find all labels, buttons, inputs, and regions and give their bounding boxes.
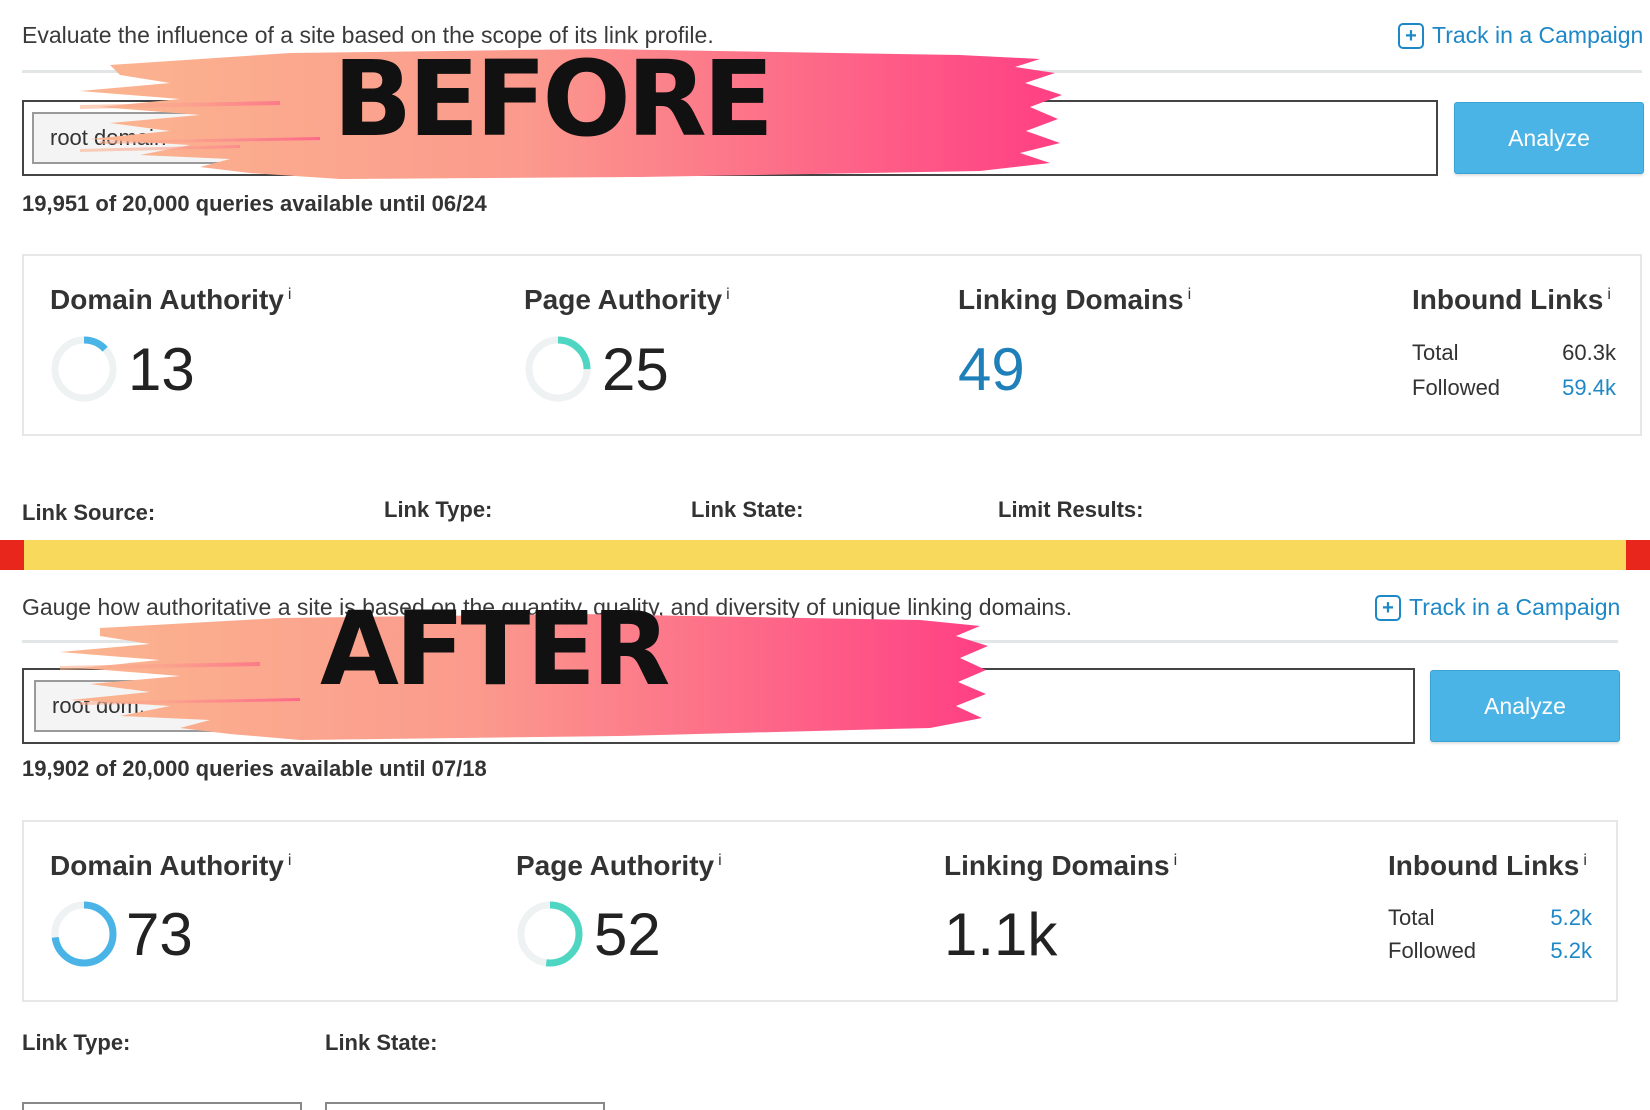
linking-domains-title: Linking Domains i xyxy=(944,850,1178,881)
query-quota: 19,951 of 20,000 queries available until… xyxy=(22,191,487,216)
info-icon[interactable]: i xyxy=(718,852,722,869)
plus-icon: + xyxy=(1398,22,1424,49)
inbound-followed-value[interactable]: 59.4k xyxy=(1530,375,1616,401)
page-authority-gauge xyxy=(525,336,591,402)
plus-icon: + xyxy=(1375,594,1401,621)
filter-limit-results-label: Limit Results: xyxy=(998,497,1144,522)
link-type-select[interactable] xyxy=(22,1102,302,1110)
domain-authority-value: 13 xyxy=(128,336,195,403)
domain-authority-title: Domain Authority i xyxy=(50,284,292,315)
inbound-total-value: 60.3k xyxy=(1562,340,1616,365)
info-icon[interactable]: i xyxy=(726,286,730,303)
track-in-campaign-label: Track in a Campaign xyxy=(1409,594,1621,620)
divider-right-cap xyxy=(1626,540,1650,570)
filter-link-source-label: Link Source: xyxy=(22,500,156,525)
filter-link-type-label: Link Type: xyxy=(384,497,493,522)
page-authority-value: 52 xyxy=(594,901,661,968)
linking-domains-title: Linking Domains i xyxy=(958,284,1192,315)
filter-link-type-label: Link Type: xyxy=(22,1030,131,1055)
linking-domains-value[interactable]: 49 xyxy=(958,340,1025,400)
inbound-total-value[interactable]: 5.2k xyxy=(1512,905,1592,931)
filter-link-state-label: Link State: xyxy=(691,497,804,522)
linking-domains-value: 1.1k xyxy=(944,901,1058,968)
analyze-button[interactable]: Analyze xyxy=(1430,670,1620,742)
inbound-followed-value[interactable]: 5.2k xyxy=(1512,938,1592,964)
filter-link-state-label: Link State: xyxy=(325,1030,438,1055)
comparison-divider xyxy=(0,540,1650,570)
track-in-campaign-link[interactable]: + Track in a Campaign xyxy=(1375,594,1620,621)
domain-authority-gauge xyxy=(51,336,117,402)
page-authority-gauge xyxy=(517,901,583,967)
inbound-total-label: Total xyxy=(1412,340,1459,365)
track-in-campaign-label: Track in a Campaign xyxy=(1432,22,1644,48)
before-panel: Evaluate the influence of a site based o… xyxy=(0,0,1650,538)
divider-left-cap xyxy=(0,540,24,570)
link-state-select[interactable] xyxy=(325,1102,605,1110)
info-icon[interactable]: i xyxy=(288,286,292,303)
metrics-card xyxy=(22,254,1642,436)
inbound-followed-label: Followed xyxy=(1388,938,1477,963)
query-quota: 19,902 of 20,000 queries available until… xyxy=(22,756,487,781)
info-icon[interactable]: i xyxy=(288,852,292,869)
after-banner-text: AFTER xyxy=(320,590,670,709)
page-authority-title: Page Authority i xyxy=(524,284,730,315)
page-authority-value: 25 xyxy=(602,336,669,403)
track-in-campaign-link[interactable]: + Track in a Campaign xyxy=(1398,22,1643,49)
domain-authority-gauge xyxy=(51,901,117,967)
info-icon[interactable]: i xyxy=(1188,286,1192,303)
domain-authority-value: 73 xyxy=(126,901,193,968)
inbound-links-title: Inbound Links i xyxy=(1388,850,1587,881)
inbound-followed-label: Followed xyxy=(1412,375,1501,400)
info-icon[interactable]: i xyxy=(1583,852,1587,869)
inbound-links-title: Inbound Links i xyxy=(1412,284,1611,315)
page-authority-title: Page Authority i xyxy=(516,850,722,881)
analyze-button[interactable]: Analyze xyxy=(1454,102,1644,174)
after-panel: Gauge how authoritative a site is based … xyxy=(0,570,1650,1110)
before-banner-text: BEFORE xyxy=(333,38,774,160)
metrics-card xyxy=(22,820,1618,1002)
info-icon[interactable]: i xyxy=(1174,852,1178,869)
domain-authority-title: Domain Authority i xyxy=(50,850,292,881)
inbound-total-label: Total xyxy=(1388,905,1435,930)
info-icon[interactable]: i xyxy=(1607,286,1611,303)
